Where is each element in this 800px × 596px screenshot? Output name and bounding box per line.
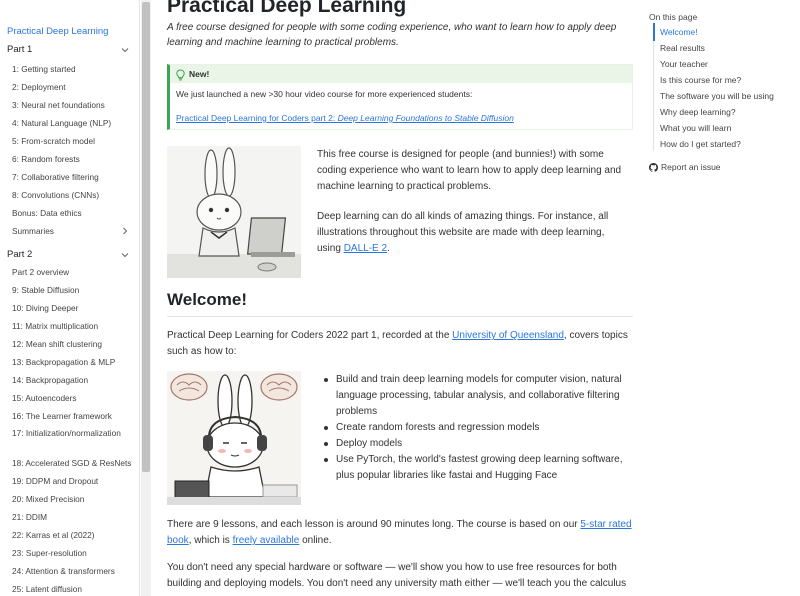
heading-divider [167, 316, 633, 317]
toc-item[interactable]: The software you will be using [660, 91, 774, 101]
report-issue-label: Report an issue [661, 162, 721, 172]
toc-active-marker [653, 23, 655, 41]
toc-rail [653, 23, 654, 151]
sidebar-item[interactable]: 11: Matrix multiplication [12, 321, 136, 331]
lessons-mid: , which is [188, 535, 233, 546]
link-text-italic: Deep Learning Foundations to Stable Diff… [337, 113, 514, 123]
sidebar-item[interactable]: 21: DDIM [12, 512, 136, 522]
toc-item[interactable]: Real results [660, 43, 705, 53]
lessons-suffix: online. [299, 535, 332, 546]
lessons-text: There are 9 lessons, and each lesson is … [167, 519, 581, 530]
freely-available-link[interactable]: freely available [233, 535, 300, 546]
sidebar-section-part2[interactable]: Part 2 [7, 249, 32, 260]
toc-item[interactable]: Your teacher [660, 59, 708, 69]
sidebar-item[interactable]: 6: Random forests [12, 154, 136, 164]
chevron-down-icon[interactable] [121, 46, 129, 54]
callout-text: We just launched a new >30 hour video co… [176, 89, 473, 99]
sidebar-item[interactable]: 4: Natural Language (NLP) [12, 118, 136, 128]
list-item: Use PyTorch, the world's fastest growing… [321, 452, 626, 484]
welcome-heading: Welcome! [167, 290, 247, 309]
callout-title: New! [189, 69, 210, 79]
sidebar-item[interactable]: 10: Diving Deeper [12, 303, 136, 313]
toc-item-welcome[interactable]: Welcome! [660, 27, 698, 37]
chevron-down-icon[interactable] [121, 251, 129, 259]
sidebar-item[interactable]: 12: Mean shift clustering [12, 339, 136, 349]
bunny-computer-illustration [167, 146, 301, 278]
sidebar-item[interactable]: 20: Mixed Precision [12, 494, 136, 504]
sidebar-item[interactable]: 22: Karras et al (2022) [12, 530, 136, 540]
intro2-suffix: . [387, 243, 390, 254]
sidebar-item[interactable]: Part 2 overview [12, 267, 136, 277]
toc-item[interactable]: Why deep learning? [660, 107, 736, 117]
lessons-paragraph: There are 9 lessons, and each lesson is … [167, 517, 633, 549]
welcome-paragraph: Practical Deep Learning for Coders 2022 … [167, 328, 633, 360]
sidebar-item[interactable]: 13: Backpropagation & MLP [12, 357, 136, 367]
intro-paragraph-2: Deep learning can do all kinds of amazin… [317, 209, 622, 257]
sidebar-item[interactable]: 8: Convolutions (CNNs) [12, 190, 136, 200]
sidebar-site-title[interactable]: Practical Deep Learning [7, 26, 108, 37]
page-subtitle: A free course designed for people with s… [167, 22, 617, 48]
sidebar: Practical Deep Learning Part 1 1: Gettin… [0, 0, 140, 596]
lightbulb-icon [175, 68, 186, 81]
callout-header [170, 65, 632, 83]
sidebar-item[interactable]: 2: Deployment [12, 82, 136, 92]
list-item: Build and train deep learning models for… [321, 372, 626, 420]
dalle-link[interactable]: DALL-E 2 [344, 243, 387, 254]
list-item: Create random forests and regression mod… [321, 420, 626, 436]
sidebar-section-part1[interactable]: Part 1 [7, 44, 32, 55]
sidebar-item[interactable]: 14: Backpropagation [12, 375, 136, 385]
intro-paragraph-1: This free course is designed for people … [317, 149, 622, 192]
part2-course-link[interactable]: Practical Deep Learning for Coders part … [176, 113, 514, 123]
sidebar-item[interactable]: 24: Attention & transformers [12, 566, 136, 576]
report-issue-link[interactable]: Report an issue [649, 162, 721, 172]
sidebar-item[interactable]: 19: DDPM and Dropout [12, 476, 136, 486]
toc-item[interactable]: Is this course for me? [660, 75, 741, 85]
sidebar-item[interactable]: 5: From-scratch model [12, 136, 136, 146]
sidebar-item[interactable]: 16: The Learner framework [12, 411, 136, 421]
sidebar-item[interactable]: 18: Accelerated SGD & ResNets [12, 458, 136, 468]
topics-list: Build and train deep learning models for… [321, 372, 626, 484]
sidebar-item[interactable]: 3: Neural net foundations [12, 100, 136, 110]
sidebar-scrollbar[interactable] [141, 0, 151, 596]
list-item: Deploy models [321, 436, 626, 452]
chevron-right-icon[interactable] [121, 227, 129, 235]
toc-item[interactable]: How do I get started? [660, 139, 741, 149]
sidebar-item[interactable]: 23: Super-resolution [12, 548, 136, 558]
sidebar-item[interactable]: 25: Latent diffusion [12, 584, 136, 594]
bunny-headphones-illustration [167, 371, 301, 505]
sidebar-item-summaries[interactable]: Summaries [12, 226, 136, 236]
sidebar-item[interactable]: Bonus: Data ethics [12, 208, 136, 218]
sidebar-item[interactable]: 9: Stable Diffusion [12, 285, 136, 295]
main-content: Practical Deep Learning A free course de… [151, 0, 641, 596]
hardware-paragraph: You don't need any special hardware or s… [167, 562, 627, 589]
github-icon [649, 162, 661, 172]
toc-heading: On this page [649, 12, 698, 22]
sidebar-item[interactable]: 7: Collaborative filtering [12, 172, 136, 182]
link-text: Practical Deep Learning for Coders part … [176, 113, 338, 123]
uq-link[interactable]: University of Queensland [452, 330, 564, 341]
scrollbar-thumb[interactable] [142, 2, 150, 472]
sidebar-item[interactable]: 15: Autoencoders [12, 393, 136, 403]
new-course-callout: New! We just launched a new >30 hour vid… [167, 64, 633, 130]
toc-item[interactable]: What you will learn [660, 123, 731, 133]
table-of-contents: On this page Welcome! Real results Your … [641, 0, 800, 596]
sidebar-item[interactable]: 1: Getting started [12, 64, 136, 74]
welcome-text: Practical Deep Learning for Coders 2022 … [167, 330, 453, 341]
page-title: Practical Deep Learning [167, 0, 407, 17]
sidebar-item[interactable]: 17: Initialization/normalization [12, 428, 122, 438]
